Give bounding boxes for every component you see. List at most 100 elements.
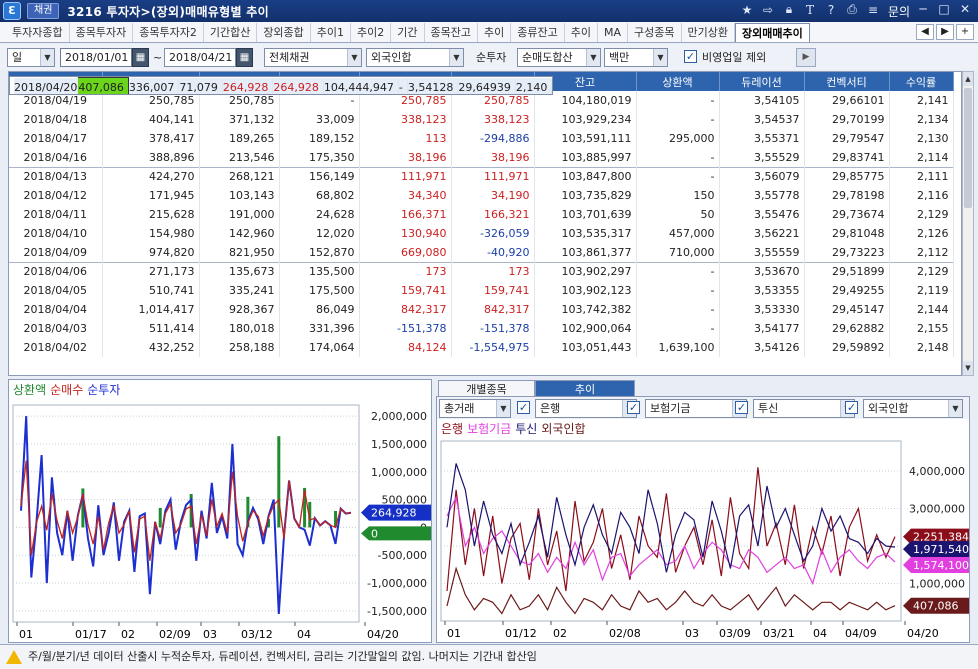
scroll-thumb[interactable] (964, 88, 972, 208)
table-cell: - (636, 110, 720, 129)
table-cell: 175,500 (279, 281, 360, 300)
tab-item[interactable]: 구성종목 (628, 23, 682, 42)
table-cell: 511,414 (102, 319, 200, 338)
table-row[interactable]: 2018/04/10 154,980 142,960 12,020 130,940 -32… (9, 224, 954, 243)
chevron-down-icon: ▼ (586, 49, 600, 66)
series-checkbox[interactable]: ✓ (735, 401, 748, 414)
column-header[interactable]: 수익률 (889, 72, 954, 91)
date-to-input[interactable]: 2018/04/21 (164, 48, 236, 67)
bond-type-select[interactable]: 전체채권 ▼ (264, 48, 362, 67)
scroll-up-icon[interactable]: ▲ (963, 72, 973, 86)
column-header[interactable]: 상환액 (636, 72, 720, 91)
table-cell: 189,265 (199, 129, 280, 148)
table-row[interactable]: 2018/04/09 974,820 821,950 152,870 669,080 -4… (9, 243, 954, 262)
series-select[interactable]: 투신▼ (753, 399, 855, 418)
table-cell: 103,861,377 (534, 243, 637, 262)
calendar-icon[interactable]: ▦ (236, 48, 253, 67)
column-header[interactable]: 듀레이션 (719, 72, 805, 91)
table-row[interactable]: 2018/04/11 215,628 191,000 24,628 166,371 166… (9, 205, 954, 224)
scroll-down-icon[interactable]: ▼ (963, 361, 973, 375)
table-cell: -294,886 (451, 129, 535, 148)
table-cell: 111,971 (451, 166, 535, 186)
tab-item[interactable]: 장외매매추이 (735, 23, 810, 42)
series-select[interactable]: 총거래 ▼ (439, 399, 511, 418)
x-tick-label: 03/12 (241, 628, 273, 641)
period-select[interactable]: 일 ▼ (7, 48, 55, 67)
table-cell: 156,149 (279, 166, 360, 186)
tab-item[interactable]: 종목투자자 (70, 23, 134, 42)
table-row[interactable]: 2018/04/20 407,086 336,007 71,079 264,928 264… (9, 76, 554, 95)
series-checkbox[interactable]: ✓ (627, 401, 640, 414)
inquiry-menu[interactable]: 문의 (888, 3, 910, 20)
date-from-input[interactable]: 2018/01/01 (60, 48, 132, 67)
unit-select[interactable]: 백만 ▼ (604, 48, 668, 67)
calendar-icon[interactable]: ▦ (132, 48, 149, 67)
tab-item[interactable]: 추이 (565, 23, 599, 42)
tab-item[interactable]: 투자자종합 (6, 23, 70, 42)
close-icon[interactable]: ✕ (958, 2, 972, 16)
table-cell: 710,000 (636, 243, 720, 262)
tab-item[interactable]: MA (598, 23, 629, 42)
table-cell: 2018/04/18 (9, 110, 103, 129)
tab-item[interactable]: 추이1 (311, 23, 352, 42)
tab-item[interactable]: 종목잔고 (425, 23, 479, 42)
tab-item[interactable]: 장외종합 (257, 23, 311, 42)
series-select[interactable]: 보험기금▼ (645, 399, 747, 418)
tab-item[interactable]: 기간 (391, 23, 425, 42)
settings-icon[interactable]: ≡ (866, 3, 880, 17)
table-row[interactable]: 2018/04/04 1,014,417 928,367 86,049 842,317 8… (9, 300, 954, 319)
investor-value: 외국인합 (371, 51, 412, 64)
tab-item[interactable]: 만기상환 (682, 23, 735, 42)
table-cell: -1,554,975 (451, 338, 535, 357)
table-row[interactable]: 2018/04/12 171,945 103,143 68,802 34,340 34,1… (9, 186, 954, 205)
investor-select[interactable]: 외국인합 ▼ (366, 48, 464, 67)
tab-plus-icon[interactable]: + (956, 24, 974, 40)
table-cell: 3,55529 (719, 148, 805, 167)
minimize-icon[interactable]: ─ (916, 2, 930, 16)
series-checkbox[interactable]: ✓ (845, 401, 858, 414)
tab-item[interactable]: 추이 (478, 23, 512, 42)
app-logo-icon: Ɛ (3, 2, 21, 20)
table-row[interactable]: 2018/04/17 378,417 189,265 189,152 113 -294,8… (9, 129, 954, 148)
table-cell: 1,639,100 (636, 338, 720, 357)
link-icon[interactable]: ⇨ (761, 3, 775, 17)
series-select[interactable]: 외국인합 ▼ (863, 399, 963, 418)
series-checkbox[interactable]: ✓ (517, 401, 530, 414)
table-cell: -151,378 (451, 319, 535, 338)
table-cell: 103,929,234 (534, 110, 637, 129)
table-row[interactable]: 2018/04/05 510,741 335,241 175,500 159,741 15… (9, 281, 954, 300)
table-row[interactable]: 2018/04/18 404,141 371,132 33,009 338,123 338… (9, 110, 954, 129)
tab-individual[interactable]: 개별종목 (438, 380, 535, 397)
table-cell: 407,086 (77, 77, 129, 94)
tab-item[interactable]: 추이2 (351, 23, 392, 42)
table-cell: 457,000 (636, 224, 720, 243)
print-icon[interactable]: ⎙ (845, 2, 859, 17)
table-row[interactable]: 2018/04/16 388,896 213,546 175,350 38,196 38,… (9, 148, 954, 167)
table-row[interactable]: 2018/04/02 432,252 258,188 174,064 84,124 -1,… (9, 338, 954, 357)
tab-prev-icon[interactable]: ◀ (916, 24, 934, 40)
window-badge: 채권 (27, 3, 60, 19)
maximize-icon[interactable]: □ (937, 2, 951, 16)
column-header[interactable]: 컨벡서티 (804, 72, 890, 91)
table-scrollbar[interactable]: ▲ ▼ (962, 71, 974, 376)
tab-next-icon[interactable]: ▶ (936, 24, 954, 40)
star-icon[interactable]: ★ (740, 3, 754, 17)
exclude-holiday-checkbox[interactable]: ✓ (684, 50, 697, 63)
tab-trend[interactable]: 추이 (535, 380, 635, 397)
help-icon[interactable]: ? (824, 3, 838, 17)
series-select-value: 총거래 (444, 402, 475, 415)
table-row[interactable]: 2018/04/06 271,173 135,673 135,500 173 173 103… (9, 261, 954, 281)
net-type-select[interactable]: 순매도합산 ▼ (517, 48, 601, 67)
table-cell: 166,321 (451, 205, 535, 224)
table-row[interactable]: 2018/04/03 511,414 180,018 331,396 -151,378-… (9, 319, 954, 338)
text-icon[interactable]: T (803, 3, 817, 17)
series-select[interactable]: 은행▼ (535, 399, 637, 418)
tab-item[interactable]: 종류잔고 (511, 23, 565, 42)
tab-item[interactable]: 종목투자자2 (133, 23, 204, 42)
table-row[interactable]: 2018/04/13 424,270 268,121 156,149 111,971 11… (9, 166, 954, 186)
tab-item[interactable]: 기간합산 (204, 23, 258, 42)
next-button[interactable]: ▶ (796, 48, 816, 67)
net-type-value: 순매도합산 (522, 51, 573, 64)
lock-icon[interactable]: 🔒︎ (782, 2, 796, 17)
table-cell: 2,155 (889, 319, 954, 338)
